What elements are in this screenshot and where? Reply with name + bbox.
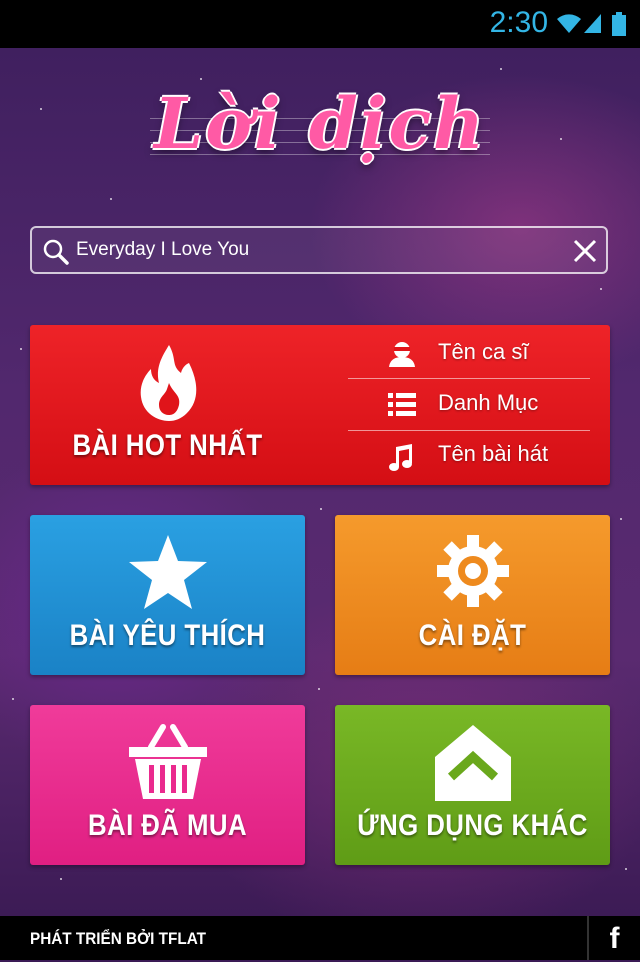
star xyxy=(620,518,622,520)
star xyxy=(500,68,502,70)
star xyxy=(60,878,62,880)
favorites-tile[interactable]: BÀI YÊU THÍCH xyxy=(30,515,305,675)
app-logo: Lời dịch xyxy=(150,82,490,182)
star xyxy=(20,348,22,350)
singer-icon xyxy=(388,341,416,371)
signal-icon xyxy=(584,12,602,38)
flame-icon xyxy=(137,343,201,427)
clock: 2:30 xyxy=(489,6,548,39)
hot-songs-tile[interactable]: BÀI HOT NHẤT Tên ca sĩ Danh Mục Tên bài … xyxy=(30,325,610,485)
other-apps-tile[interactable]: ỨNG DỤNG KHÁC xyxy=(335,705,610,865)
menu-item-singer[interactable]: Tên ca sĩ xyxy=(380,327,620,378)
logo-text: Lời dịch xyxy=(154,82,486,165)
star xyxy=(320,508,322,510)
hot-songs-label: BÀI HOT NHẤT xyxy=(72,429,263,462)
footer: PHÁT TRIỂN BỞI TFLAT f xyxy=(0,916,640,960)
purchased-tile[interactable]: BÀI ĐÃ MUA xyxy=(30,705,305,865)
star xyxy=(625,868,627,870)
music-note-icon xyxy=(388,443,414,475)
menu-item-label: Danh Mục xyxy=(438,390,539,415)
menu-item-category[interactable]: Danh Mục xyxy=(380,378,620,429)
basket-icon xyxy=(127,723,209,805)
battery-icon xyxy=(612,12,626,40)
favorites-label: BÀI YÊU THÍCH xyxy=(69,619,266,652)
menu-divider xyxy=(348,378,590,379)
menu-item-label: Tên ca sĩ xyxy=(438,339,529,364)
hot-menu: Tên ca sĩ Danh Mục Tên bài hát xyxy=(350,325,610,485)
other-apps-label: ỨNG DỤNG KHÁC xyxy=(357,809,588,842)
developer-credit: PHÁT TRIỂN BỞI TFLAT xyxy=(30,929,206,948)
star xyxy=(40,108,42,110)
status-bar: 2:30 xyxy=(0,0,640,48)
facebook-icon[interactable]: f xyxy=(589,916,640,960)
settings-tile[interactable]: CÀI ĐẶT xyxy=(335,515,610,675)
menu-divider xyxy=(348,430,590,431)
star-icon xyxy=(127,533,209,615)
star xyxy=(600,288,602,290)
wifi-icon xyxy=(556,12,582,38)
star xyxy=(560,138,562,140)
list-icon xyxy=(388,392,416,420)
menu-item-song[interactable]: Tên bài hát xyxy=(380,429,620,480)
close-icon[interactable] xyxy=(572,238,598,268)
star xyxy=(318,688,320,690)
settings-label: CÀI ĐẶT xyxy=(418,619,527,652)
star xyxy=(12,698,14,700)
star xyxy=(110,198,112,200)
purchased-label: BÀI ĐÃ MUA xyxy=(87,809,248,842)
star xyxy=(200,78,202,80)
home-up-icon xyxy=(435,725,511,805)
menu-item-label: Tên bài hát xyxy=(438,441,549,466)
search-bar[interactable]: Everyday I Love You xyxy=(30,226,608,274)
search-input[interactable]: Everyday I Love You xyxy=(76,239,249,261)
search-icon xyxy=(42,238,70,270)
gear-icon xyxy=(437,535,509,611)
